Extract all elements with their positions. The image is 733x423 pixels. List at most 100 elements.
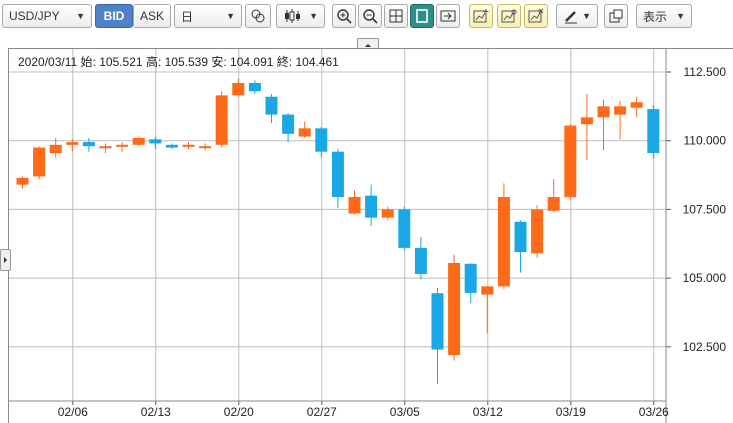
candle xyxy=(348,190,361,215)
y-tick-label: 102.500 xyxy=(683,340,727,354)
close-label: 終: xyxy=(276,55,293,69)
candle-body xyxy=(365,195,378,218)
candle-body xyxy=(647,109,660,154)
candle xyxy=(531,205,544,258)
candle xyxy=(149,136,162,149)
candle xyxy=(315,126,328,158)
candle xyxy=(481,286,494,334)
candle xyxy=(331,148,344,209)
low-value: 104.091 xyxy=(230,55,274,69)
candle-body xyxy=(33,147,46,177)
low-label: 安: xyxy=(211,55,227,69)
candle-body xyxy=(614,106,627,115)
candles xyxy=(16,78,660,384)
ohlc-info: 2020/03/11 始: 105.521 高: 105.539 安: 104.… xyxy=(18,53,339,70)
candle xyxy=(448,254,461,361)
candle-body xyxy=(448,262,461,356)
candle-body xyxy=(431,293,444,350)
candle-body xyxy=(630,102,643,108)
candle xyxy=(464,263,477,304)
candle xyxy=(265,93,278,123)
candle xyxy=(33,146,46,180)
candle xyxy=(497,183,510,290)
candle xyxy=(580,93,593,160)
candle-body xyxy=(16,177,29,185)
candle xyxy=(16,176,29,189)
x-tick-label: 03/12 xyxy=(473,405,503,419)
candle-body xyxy=(199,146,212,149)
x-tick-label: 02/13 xyxy=(141,405,171,419)
candle xyxy=(630,96,643,118)
candle xyxy=(165,143,178,149)
candle-body xyxy=(165,144,178,148)
candle-body xyxy=(547,197,560,211)
x-tick-label: 02/27 xyxy=(307,405,337,419)
x-tick-label: 03/19 xyxy=(556,405,586,419)
open-label: 始: xyxy=(80,55,96,69)
candle xyxy=(298,121,311,138)
candle xyxy=(647,104,660,159)
candle-body xyxy=(414,247,427,274)
candle-body xyxy=(182,144,195,147)
candle-body xyxy=(99,146,112,149)
candle xyxy=(547,179,560,213)
high-value: 105.539 xyxy=(164,55,209,69)
close-value: 104.461 xyxy=(295,55,339,69)
x-tick-label: 02/20 xyxy=(224,405,254,419)
candle-body xyxy=(248,82,261,92)
candle xyxy=(199,143,212,151)
x-tick-label: 02/06 xyxy=(58,405,88,419)
candle xyxy=(248,80,261,94)
candle-body xyxy=(514,221,527,252)
candle xyxy=(282,113,295,143)
candle-body xyxy=(116,144,129,147)
candle xyxy=(132,136,145,147)
candle xyxy=(597,99,610,151)
candle-body xyxy=(82,142,95,147)
y-tick-label: 112.500 xyxy=(684,65,727,79)
candle xyxy=(398,206,411,251)
x-axis: 02/06 02/13 02/20 02/27 03/05 03/12 03/19 03/26 xyxy=(9,400,669,419)
candle-body xyxy=(298,128,311,137)
candle-body xyxy=(49,144,62,154)
candle xyxy=(215,91,228,148)
candle-body xyxy=(331,151,344,198)
candle-body xyxy=(66,142,79,145)
candle xyxy=(365,184,378,226)
candle xyxy=(232,78,245,97)
candle xyxy=(414,236,427,280)
candle xyxy=(99,143,112,154)
grid xyxy=(9,49,666,401)
candle-body xyxy=(464,263,477,293)
candle-body xyxy=(531,209,544,254)
candle-body xyxy=(265,96,278,115)
y-tick-label: 105.000 xyxy=(683,271,727,285)
candle xyxy=(614,100,627,140)
candle-body xyxy=(348,197,361,214)
candle-body xyxy=(481,286,494,295)
candle xyxy=(514,220,527,273)
candle xyxy=(116,142,129,152)
candle xyxy=(82,137,95,152)
candle xyxy=(182,142,195,149)
x-tick-label: 03/26 xyxy=(639,405,669,419)
x-tick-label: 03/05 xyxy=(390,405,420,419)
candle-body xyxy=(564,125,577,198)
candle xyxy=(431,287,444,384)
candle-body xyxy=(215,95,228,145)
info-date: 2020/03/11 xyxy=(18,55,78,69)
y-axis: 112.500 110.000 107.500 105.000 102.500 xyxy=(665,49,727,423)
candle-body xyxy=(398,209,411,248)
candle-body xyxy=(315,128,328,152)
candle-body xyxy=(381,209,394,218)
y-tick-label: 107.500 xyxy=(683,202,727,216)
candle xyxy=(381,206,394,221)
candle-body xyxy=(149,139,162,144)
open-value: 105.521 xyxy=(99,55,143,69)
y-tick-label: 110.000 xyxy=(684,134,727,148)
candle-body xyxy=(580,117,593,125)
candle-body xyxy=(597,106,610,118)
candle-body xyxy=(132,137,145,145)
candle-body xyxy=(232,82,245,96)
candle xyxy=(564,124,577,200)
